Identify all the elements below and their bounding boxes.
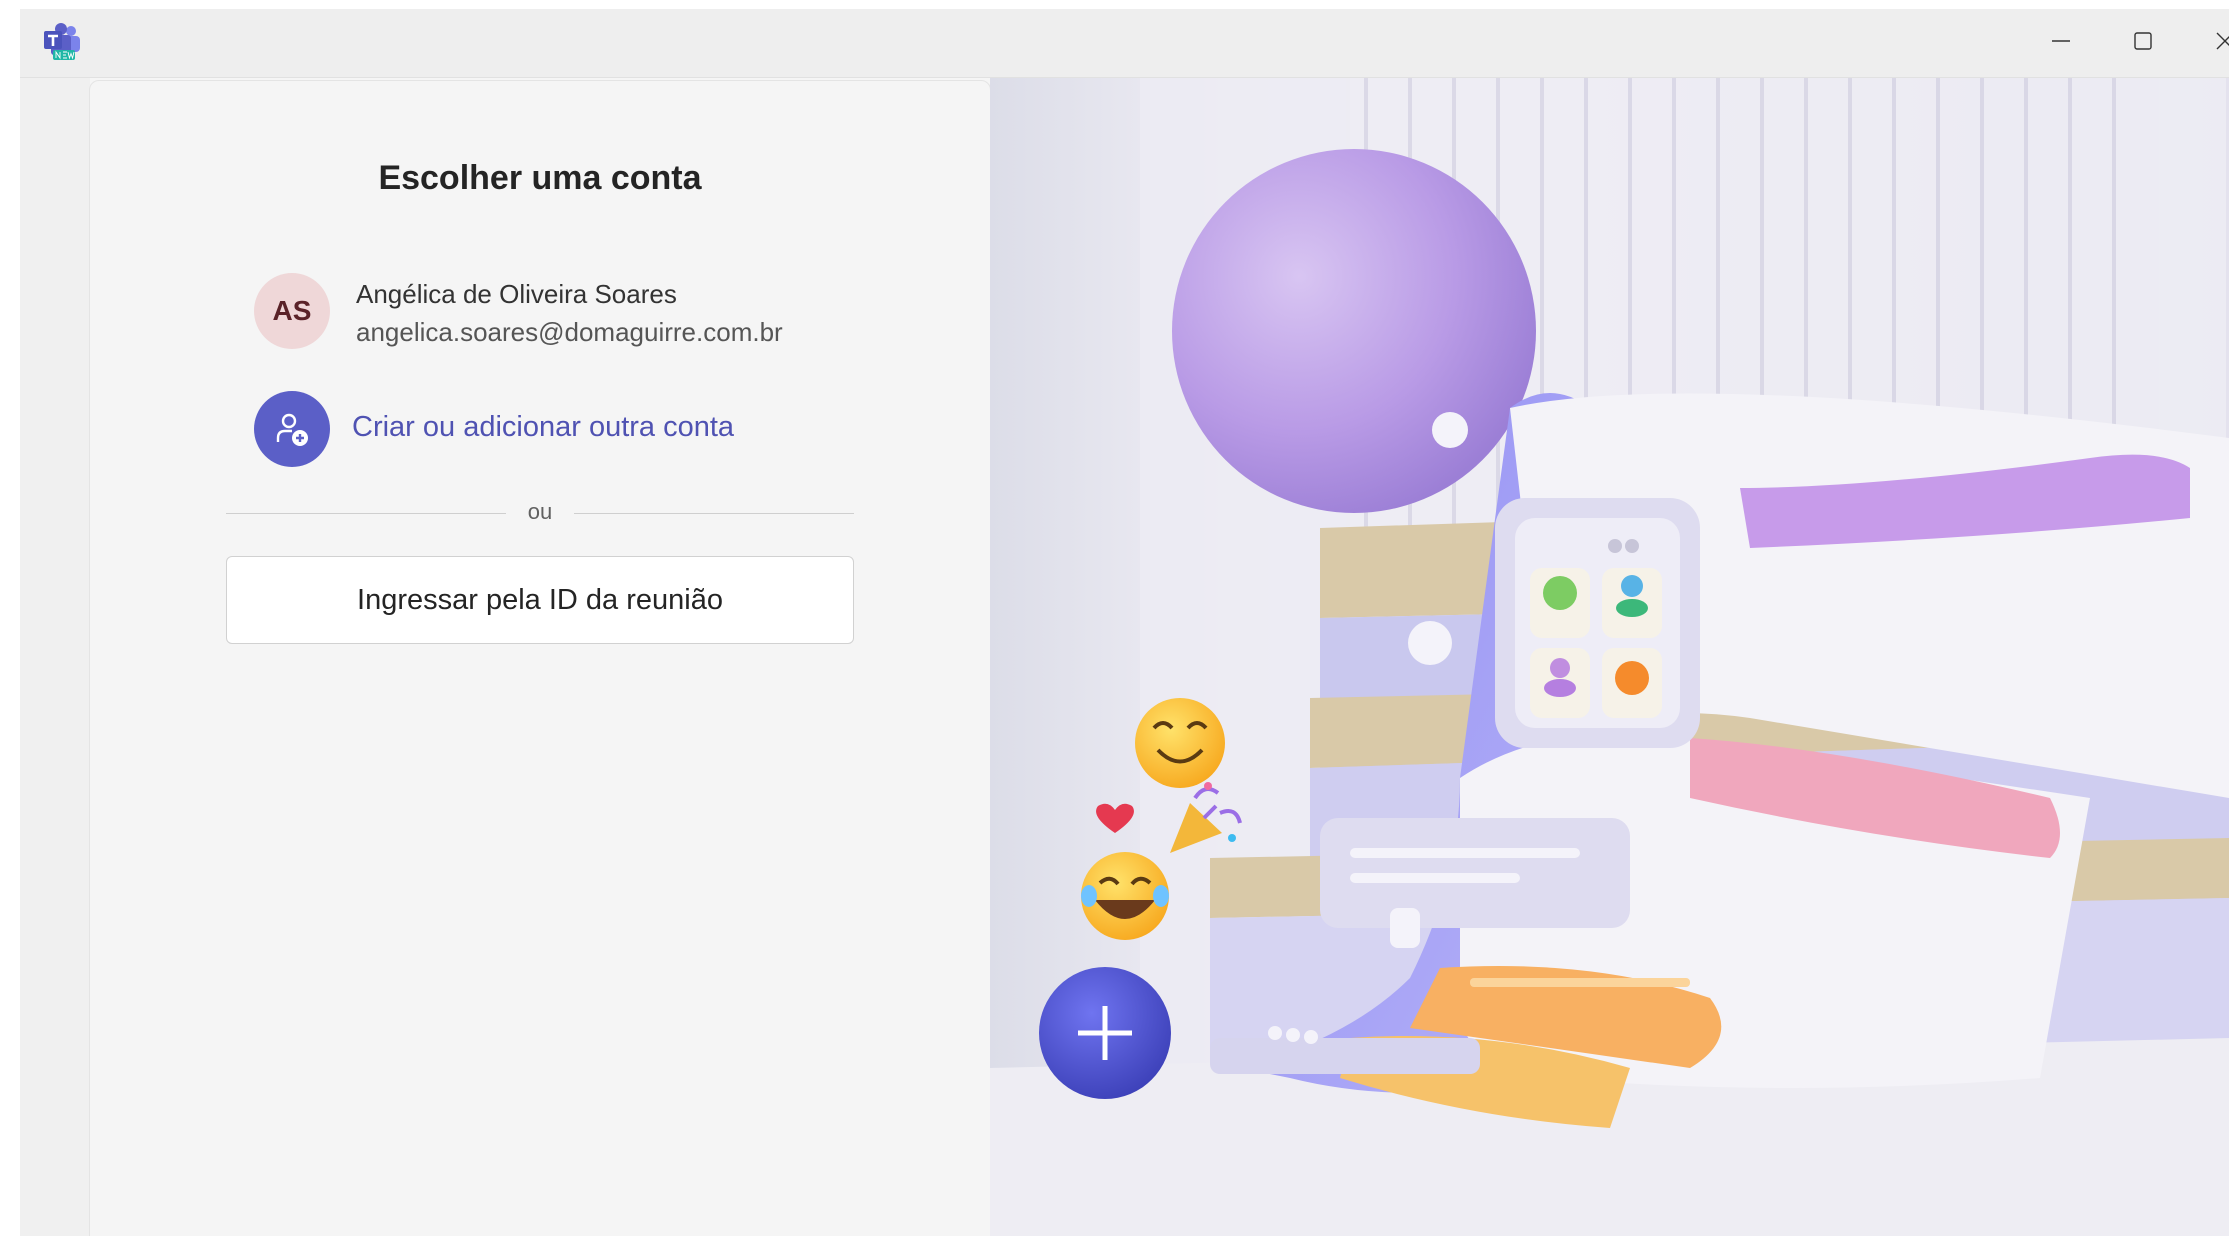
account-name: Angélica de Oliveira Soares [356,279,677,309]
left-rail [20,78,90,1236]
title-bar [20,9,2229,78]
teams-window: Escolher uma conta AS Angélica de Olivei… [20,9,2229,1236]
page-title: Escolher uma conta [378,159,702,197]
plus-button-illustration [1039,967,1171,1099]
maximize-icon [2134,32,2152,50]
minimize-icon [2052,40,2070,42]
account-item[interactable]: AS Angélica de Oliveira Soares angelica.… [254,273,854,353]
account-picker-panel: Escolher uma conta AS Angélica de Olivei… [89,80,991,1236]
divider-line-left [226,513,506,514]
welcome-illustration [990,78,2229,1236]
avatar: AS [254,273,330,349]
close-icon [2216,32,2229,50]
minimize-button[interactable] [2023,17,2099,65]
or-divider: ou [226,499,854,529]
smile-emoji [1135,698,1225,788]
join-by-meeting-id-button[interactable]: Ingressar pela ID da reunião [226,556,854,644]
close-button[interactable] [2187,17,2229,65]
add-account-button[interactable]: Criar ou adicionar outra conta [254,391,854,471]
maximize-button[interactable] [2105,17,2181,65]
add-account-label: Criar ou adicionar outra conta [352,411,735,443]
add-person-icon [254,391,330,467]
divider-line-right [574,513,854,514]
account-email: angelica.soares@domaguirre.com.br [356,317,783,347]
teams-new-icon [44,23,80,60]
laugh-emoji [1081,852,1169,940]
divider-text: ou [527,499,553,524]
